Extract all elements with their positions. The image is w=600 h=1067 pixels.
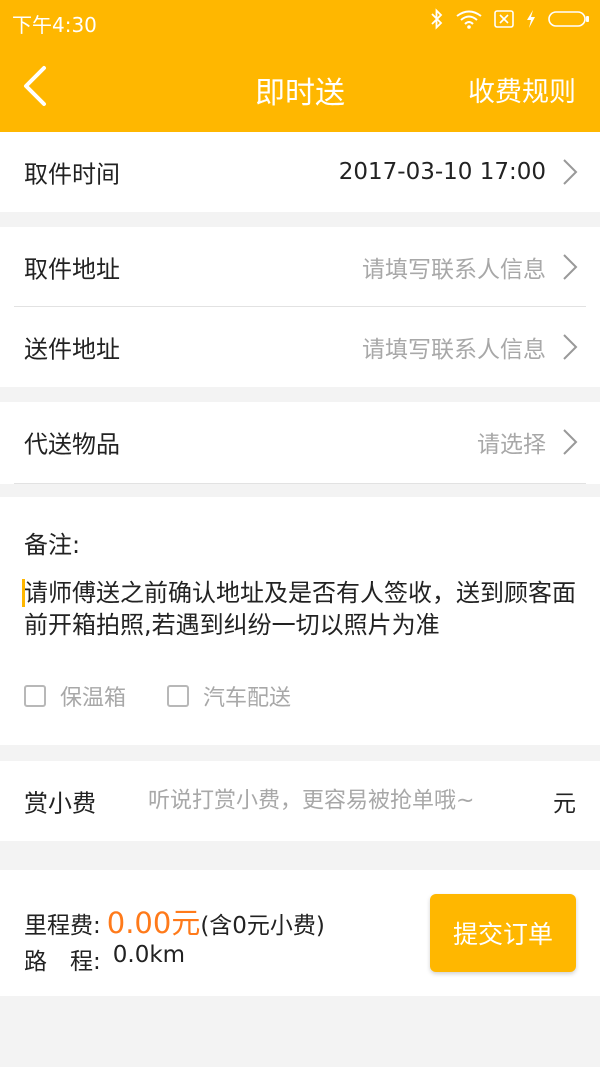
row-divider xyxy=(14,483,586,484)
fee-rules-link[interactable]: 收费规则 xyxy=(468,70,576,109)
insulated-box-option[interactable]: 保温箱 xyxy=(24,680,126,712)
tip-label: 赏小费 xyxy=(24,789,96,818)
status-bar: 下午4:30 xyxy=(0,0,600,42)
distance-label: 路 程: xyxy=(24,949,101,975)
pickup-time-section: 取件时间 2017-03-10 17:00 xyxy=(0,132,600,212)
bluetooth-icon xyxy=(431,8,443,30)
chevron-right-icon xyxy=(563,159,578,185)
tip-unit: 元 xyxy=(553,791,576,817)
order-summary: 里程费: 0.00元 (含0元小费) 路 程: 0.0km 提交订单 xyxy=(0,870,600,996)
battery-icon xyxy=(548,11,589,27)
pickup-time-row[interactable]: 取件时间 2017-03-10 17:00 xyxy=(0,132,600,212)
tip-section: 赏小费 元 xyxy=(0,761,600,841)
item-placeholder: 请选择 xyxy=(477,432,546,458)
insulated-box-checkbox[interactable] xyxy=(24,685,46,707)
address-section: 取件地址 请填写联系人信息 送件地址 请填写联系人信息 xyxy=(0,227,600,387)
status-icons xyxy=(430,8,590,30)
pickup-address-placeholder: 请填写联系人信息 xyxy=(362,257,546,283)
submit-order-button[interactable]: 提交订单 xyxy=(430,894,576,972)
fee-label: 里程费: xyxy=(24,913,101,939)
remark-textarea[interactable]: 请师傅送之前确认地址及是否有人签收，送到顾客面前开箱拍照,若遇到纠纷一切以照片为… xyxy=(24,577,576,641)
car-delivery-checkbox[interactable] xyxy=(167,685,189,707)
item-row[interactable]: 代送物品 请选择 xyxy=(0,402,600,482)
insulated-box-label: 保温箱 xyxy=(60,686,127,711)
pickup-time-label: 取件时间 xyxy=(24,160,120,189)
distance-line: 路 程: 0.0km xyxy=(24,942,185,976)
pickup-time-value: 2017-03-10 17:00 xyxy=(338,159,546,185)
tip-input[interactable] xyxy=(148,788,528,814)
chevron-right-icon xyxy=(563,334,578,360)
delivery-address-row[interactable]: 送件地址 请填写联系人信息 xyxy=(0,307,600,387)
distance-value: 0.0km xyxy=(112,942,186,968)
fee-amount: 0.00元 xyxy=(106,906,201,940)
status-time: 下午4:30 xyxy=(12,13,97,37)
pickup-address-label: 取件地址 xyxy=(24,255,120,284)
back-arrow-icon xyxy=(24,66,46,106)
delivery-address-label: 送件地址 xyxy=(24,335,120,364)
fee-line: 里程费: 0.00元 (含0元小费) xyxy=(24,900,325,942)
chevron-right-icon xyxy=(563,254,578,280)
chevron-right-icon xyxy=(563,429,578,455)
item-section: 代送物品 请选择 xyxy=(0,402,600,484)
car-delivery-label: 汽车配送 xyxy=(203,686,292,711)
pickup-address-row[interactable]: 取件地址 请填写联系人信息 xyxy=(0,227,600,307)
item-label: 代送物品 xyxy=(24,430,120,459)
car-delivery-option[interactable]: 汽车配送 xyxy=(167,680,291,712)
no-sim-icon xyxy=(494,10,514,28)
delivery-address-placeholder: 请填写联系人信息 xyxy=(362,337,546,363)
charging-icon xyxy=(527,10,535,28)
fee-note: (含0元小费) xyxy=(200,913,325,939)
remark-label: 备注: xyxy=(24,531,81,559)
wifi-icon xyxy=(456,10,482,29)
remark-section: 备注: 请师傅送之前确认地址及是否有人签收，送到顾客面前开箱拍照,若遇到纠纷一切… xyxy=(0,497,600,745)
nav-bar: 即时送 收费规则 xyxy=(0,42,600,132)
app-header: 下午4:30 即时送 收费规则 xyxy=(0,0,600,132)
back-button[interactable] xyxy=(18,64,58,108)
